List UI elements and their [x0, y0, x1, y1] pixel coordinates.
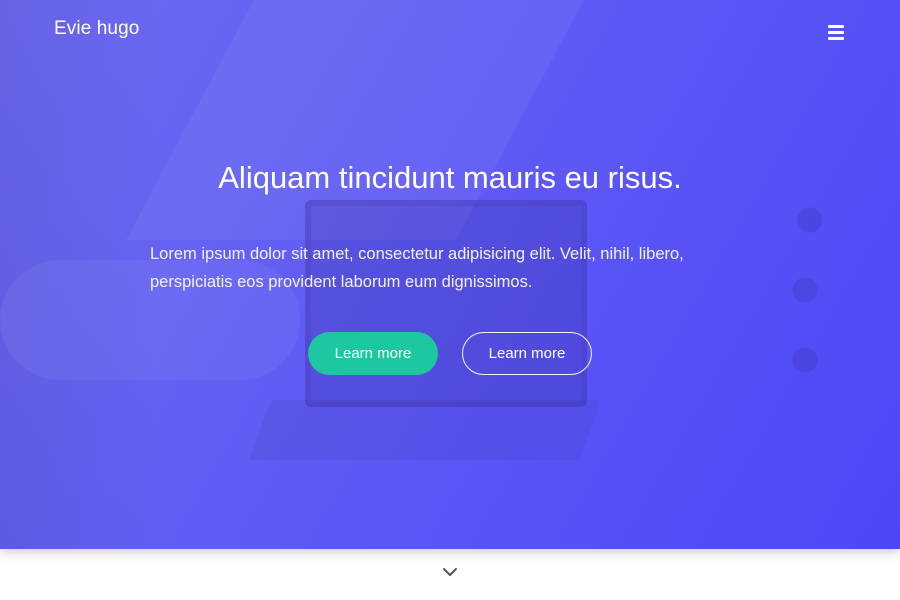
- hero-lead-text: Lorem ipsum dolor sit amet, consectetur …: [150, 245, 684, 291]
- background-laptop-keyboard: [249, 400, 601, 460]
- background-photo-shade: [0, 0, 160, 549]
- menu-bar: [828, 31, 844, 34]
- hamburger-menu-icon[interactable]: [826, 22, 846, 42]
- hero-headline: Aliquam tincidunt mauris eu risus.: [218, 160, 682, 195]
- menu-bar: [828, 25, 844, 28]
- background-desk-objects: [780, 200, 840, 380]
- chevron-down-icon[interactable]: [441, 565, 459, 579]
- menu-bar: [828, 37, 844, 40]
- hero-section: Evie hugo Aliquam tincidunt mauris eu ri…: [0, 0, 900, 549]
- site-brand[interactable]: Evie hugo: [54, 18, 139, 40]
- background-photo-wall: [126, 0, 584, 240]
- learn-more-button-primary[interactable]: Learn more: [308, 332, 438, 375]
- learn-more-button-outline[interactable]: Learn more: [462, 332, 592, 375]
- background-laptop-screen: [305, 200, 587, 407]
